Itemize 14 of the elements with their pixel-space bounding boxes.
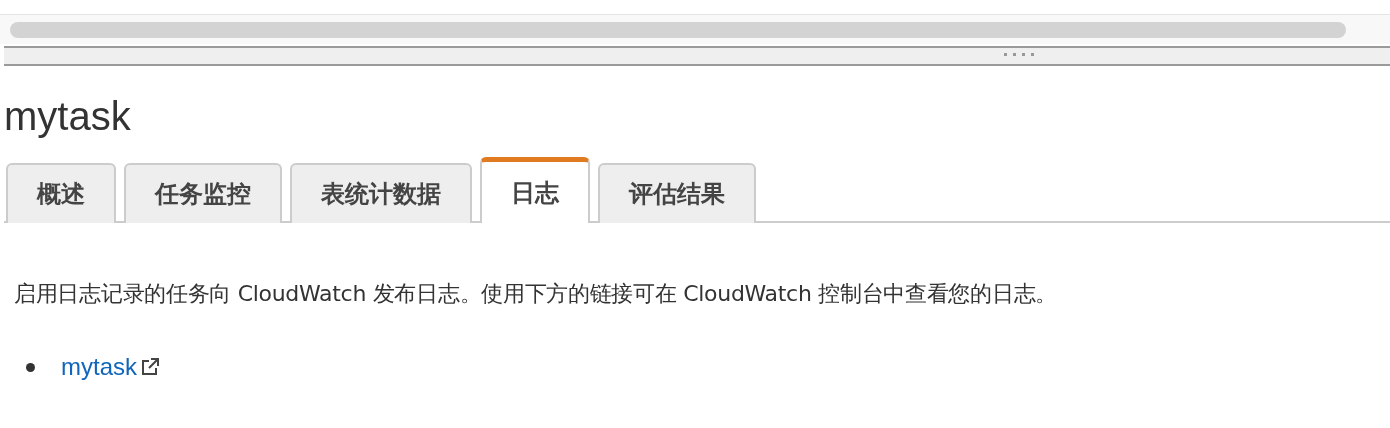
tab[interactable]: 评估结果	[598, 163, 756, 223]
grip-icon	[1003, 52, 1037, 57]
tab[interactable]: 任务监控	[124, 163, 282, 223]
tab[interactable]: 概述	[6, 163, 116, 223]
external-link-icon	[140, 357, 160, 377]
tab[interactable]: 表统计数据	[290, 163, 472, 223]
tab[interactable]: 日志	[480, 157, 590, 223]
scrollbar-thumb[interactable]	[10, 22, 1346, 38]
description-text: 启用日志记录的任务向 CloudWatch 发布日志。使用下方的链接可在 CloudWatch 控制台中查看您的日志。	[14, 280, 1057, 308]
splitter-bar[interactable]	[4, 46, 1390, 66]
log-link[interactable]: mytask	[61, 353, 160, 381]
page-title: mytask	[4, 93, 131, 139]
bullet-icon	[26, 362, 35, 372]
horizontal-scrollbar[interactable]	[0, 14, 1390, 44]
